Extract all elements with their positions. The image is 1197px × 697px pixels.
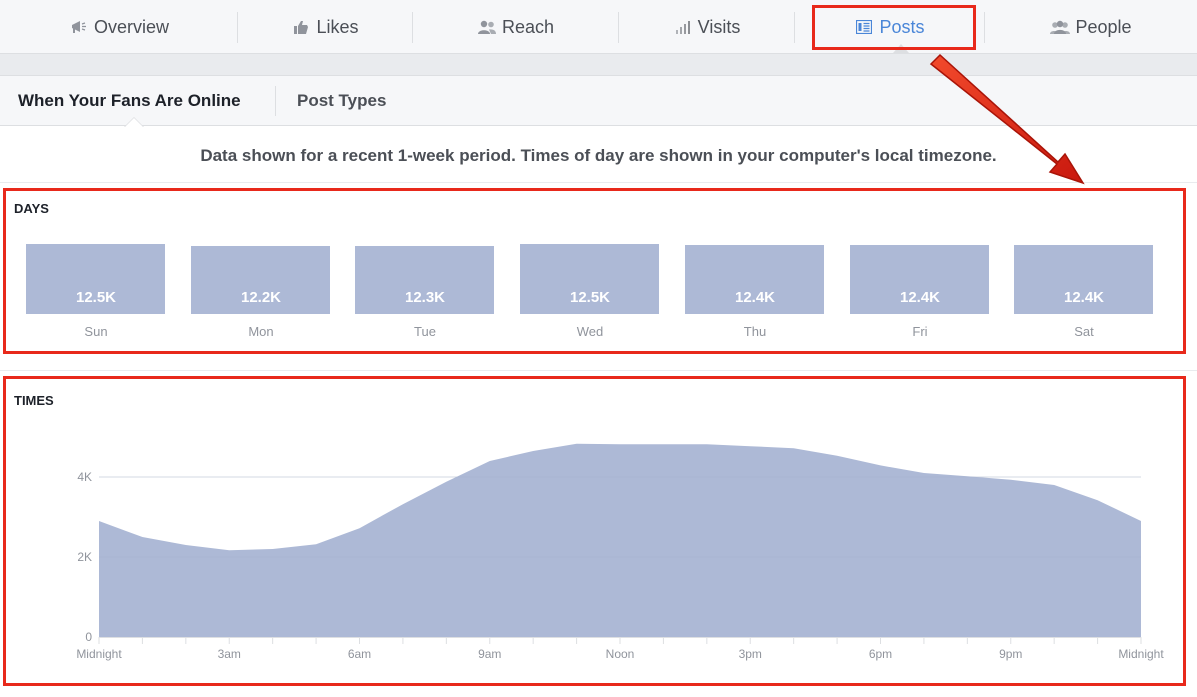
times-section-highlight bbox=[3, 376, 1186, 686]
tab-divider bbox=[984, 12, 985, 43]
posts-tab-highlight bbox=[812, 5, 976, 50]
tab-divider bbox=[618, 12, 619, 43]
insights-tab-bar: Overview Likes Reach Visits Posts People bbox=[0, 0, 1197, 54]
tab-people[interactable]: People bbox=[984, 0, 1197, 54]
tab-label: Reach bbox=[501, 16, 555, 37]
bar-chart-icon bbox=[672, 18, 694, 36]
tab-label: Visits bbox=[697, 16, 741, 37]
people-pair-icon bbox=[476, 18, 498, 36]
tab-overview[interactable]: Overview bbox=[0, 0, 237, 54]
tab-divider bbox=[412, 12, 413, 43]
days-section-highlight bbox=[3, 188, 1186, 354]
header-band bbox=[0, 54, 1197, 76]
tab-likes[interactable]: Likes bbox=[237, 0, 412, 54]
divider bbox=[0, 370, 1197, 371]
tab-divider bbox=[237, 12, 238, 43]
subtab-when-fans-online[interactable]: When Your Fans Are Online bbox=[18, 91, 241, 111]
thumbs-up-icon bbox=[290, 18, 312, 36]
tab-divider bbox=[794, 12, 795, 43]
timezone-note: Data shown for a recent 1-week period. T… bbox=[200, 146, 997, 165]
tab-label: People bbox=[1075, 16, 1132, 37]
active-subtab-caret-fill bbox=[125, 118, 143, 127]
divider bbox=[0, 182, 1197, 183]
subtab-bar: When Your Fans Are Online Post Types bbox=[0, 76, 1197, 126]
tab-visits[interactable]: Visits bbox=[618, 0, 794, 54]
tab-reach[interactable]: Reach bbox=[412, 0, 618, 54]
megaphone-icon bbox=[68, 18, 90, 36]
tab-label: Overview bbox=[93, 16, 169, 37]
people-group-icon bbox=[1049, 18, 1071, 36]
subtab-divider bbox=[275, 86, 276, 116]
subtab-post-types[interactable]: Post Types bbox=[297, 91, 386, 111]
tab-label: Likes bbox=[316, 16, 359, 37]
